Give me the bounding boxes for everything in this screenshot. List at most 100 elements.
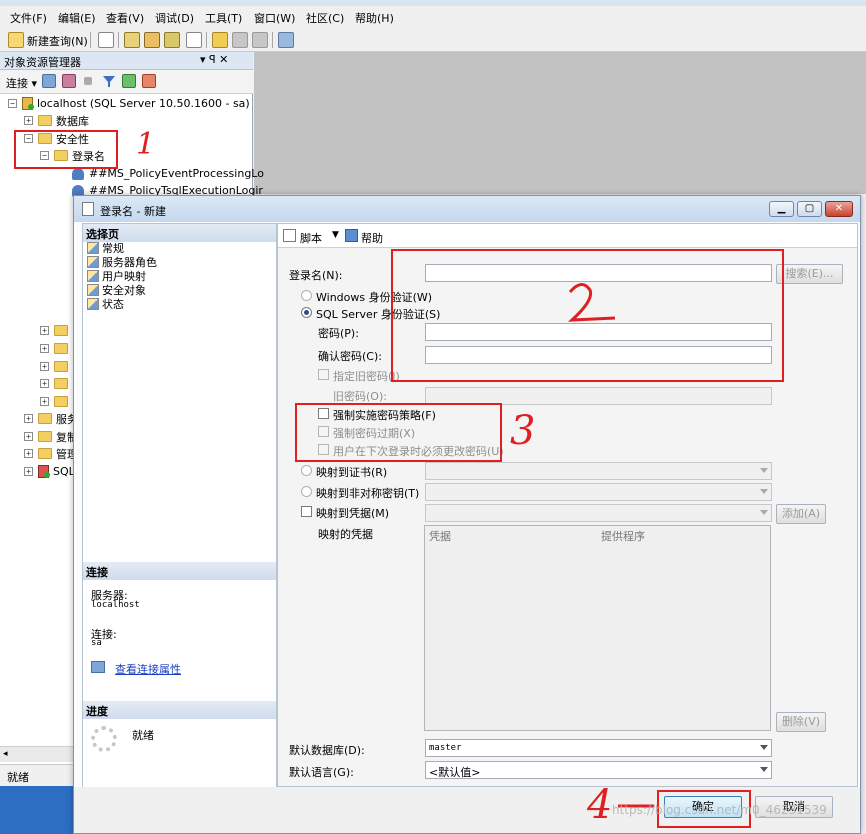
close-icon[interactable]: ✕ <box>825 201 853 217</box>
map-asym-key-radio[interactable] <box>301 486 312 497</box>
page-general[interactable]: 常规 <box>87 241 124 255</box>
enforce-expiration-label: 强制密码过期(X) <box>333 427 416 440</box>
new-file-icon[interactable] <box>98 32 114 48</box>
collapse-icon[interactable]: − <box>24 134 33 143</box>
save-icon[interactable] <box>232 32 248 48</box>
page-server-roles[interactable]: 服务器角色 <box>87 255 157 269</box>
tree-node-security[interactable]: − 安全性 <box>24 130 89 147</box>
tree-node-login[interactable]: ##MS_PolicyEventProcessingLo <box>72 165 264 182</box>
enforce-policy-checkbox[interactable] <box>318 408 329 419</box>
expand-icon[interactable]: + <box>40 344 49 353</box>
expand-icon[interactable]: + <box>24 116 33 125</box>
view-connection-properties-link[interactable]: 查看连接属性 <box>115 661 181 677</box>
add-button[interactable]: 添加(A) <box>776 504 826 524</box>
menu-help[interactable]: 帮助(H) <box>355 10 394 26</box>
folder-icon <box>54 396 68 407</box>
mdx-query-icon[interactable] <box>144 32 160 48</box>
tree-node-databases[interactable]: + 数据库 <box>24 112 89 129</box>
menu-edit[interactable]: 编辑(E) <box>58 10 96 26</box>
tree-node-logins[interactable]: − 登录名 <box>40 147 105 164</box>
minimize-icon[interactable]: ▁ <box>769 201 794 217</box>
remove-button[interactable]: 删除(V) <box>776 712 826 732</box>
tree-node-folder[interactable]: + <box>40 322 72 339</box>
page-icon <box>87 242 99 254</box>
page-user-mapping[interactable]: 用户映射 <box>87 269 146 283</box>
menu-window[interactable]: 窗口(W) <box>254 10 295 26</box>
default-language-combo[interactable]: <默认值> <box>425 761 772 779</box>
connect-button[interactable]: 连接 ▾ <box>6 75 37 91</box>
expand-icon[interactable]: + <box>40 326 49 335</box>
windows-auth-radio[interactable] <box>301 290 312 301</box>
cert-combo[interactable] <box>425 462 772 480</box>
page-securables[interactable]: 安全对象 <box>87 283 146 297</box>
dmx-query-icon[interactable] <box>164 32 180 48</box>
tree-node-sql-agent[interactable]: + SQL <box>24 463 75 480</box>
expand-icon[interactable]: + <box>24 467 33 476</box>
menu-view[interactable]: 查看(V) <box>106 10 144 26</box>
map-cert-radio[interactable] <box>301 465 312 476</box>
old-password-input[interactable] <box>425 387 772 405</box>
menu-community[interactable]: 社区(C) <box>306 10 344 26</box>
expand-icon[interactable]: + <box>24 449 33 458</box>
specify-old-password-checkbox[interactable] <box>318 369 329 380</box>
tree-node-folder[interactable]: + <box>40 358 72 375</box>
connect-icon[interactable] <box>42 74 56 88</box>
help-icon[interactable] <box>345 229 358 242</box>
folder-icon <box>54 325 68 336</box>
save-all-icon[interactable] <box>252 32 268 48</box>
sql-auth-radio[interactable] <box>301 307 312 318</box>
disconnect-icon[interactable] <box>62 74 76 88</box>
new-query-icon[interactable] <box>8 32 24 48</box>
script-dropdown-icon[interactable]: ▼ <box>332 230 339 240</box>
page-icon <box>87 270 99 282</box>
maximize-icon[interactable]: ▢ <box>797 201 822 217</box>
xmla-query-icon[interactable] <box>186 32 202 48</box>
expand-icon[interactable]: + <box>40 379 49 388</box>
default-database-combo[interactable]: master <box>425 739 772 757</box>
must-change-checkbox[interactable] <box>318 444 329 455</box>
annotation-number-4: 4 <box>587 782 613 828</box>
script-button[interactable]: 脚本 <box>300 230 322 246</box>
asym-key-combo[interactable] <box>425 483 772 501</box>
expand-icon[interactable]: + <box>40 362 49 371</box>
refresh-icon[interactable] <box>122 74 136 88</box>
expand-icon[interactable]: + <box>24 432 33 441</box>
collapse-icon[interactable]: − <box>8 99 17 108</box>
enforce-expiration-checkbox[interactable] <box>318 426 329 437</box>
new-query-button[interactable]: 新建查询(N) <box>27 33 88 49</box>
activity-icon[interactable] <box>142 74 156 88</box>
map-credential-checkbox[interactable] <box>301 506 312 517</box>
page-status[interactable]: 状态 <box>87 297 124 311</box>
db-engine-query-icon[interactable] <box>124 32 140 48</box>
scroll-left-icon[interactable]: ◂ <box>3 749 8 759</box>
credentials-grid[interactable]: 凭据 提供程序 <box>424 525 771 731</box>
connection-header: 连接 <box>83 562 276 580</box>
page-icon <box>87 256 99 268</box>
search-button[interactable]: 搜索(E)... <box>776 264 843 284</box>
tree-node-management[interactable]: + 管理 <box>24 445 78 462</box>
chevron-down-icon <box>760 489 768 494</box>
menu-debug[interactable]: 调试(D) <box>155 10 194 26</box>
menu-tools[interactable]: 工具(T) <box>205 10 242 26</box>
script-icon[interactable] <box>283 229 296 242</box>
open-folder-icon[interactable] <box>212 32 228 48</box>
tree-node-folder[interactable]: + <box>40 340 72 357</box>
tree-node-replication[interactable]: + 复制 <box>24 428 78 445</box>
tree-node-folder[interactable]: + <box>40 393 72 410</box>
default-database-value: master <box>429 743 462 753</box>
tree-node-server-objects[interactable]: + 服务 <box>24 410 78 427</box>
filter-icon[interactable] <box>102 74 116 88</box>
tree-node-server[interactable]: − localhost (SQL Server 10.50.1600 - sa) <box>8 95 250 112</box>
tree-node-folder[interactable]: + <box>40 375 72 392</box>
horizontal-scrollbar[interactable]: ◂ <box>0 746 75 762</box>
confirm-password-input[interactable] <box>425 346 772 364</box>
panel-pin-close-icons[interactable]: ▾ ꟼ ✕ <box>200 53 228 66</box>
stop-icon[interactable] <box>84 77 92 85</box>
activity-monitor-icon[interactable] <box>278 32 294 48</box>
help-button[interactable]: 帮助 <box>361 230 383 246</box>
expand-icon[interactable]: + <box>24 414 33 423</box>
menu-file[interactable]: 文件(F) <box>10 10 47 26</box>
collapse-icon[interactable]: − <box>40 151 49 160</box>
credential-combo[interactable] <box>425 504 772 522</box>
expand-icon[interactable]: + <box>40 397 49 406</box>
